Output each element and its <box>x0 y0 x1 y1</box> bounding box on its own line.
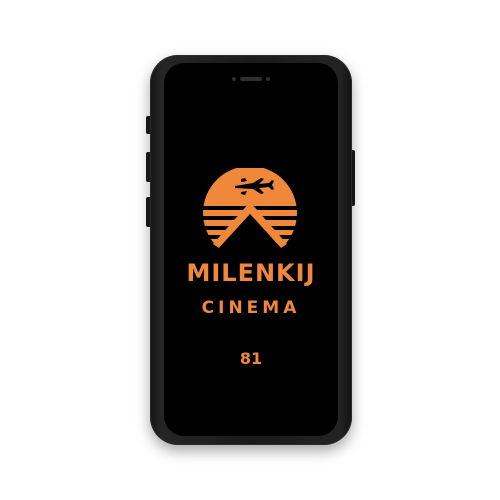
brand-subtitle: CINEMA <box>201 298 301 318</box>
sunset-airplane-mountain-logo-icon <box>203 168 297 248</box>
loading-counter: 81 <box>239 349 263 368</box>
stage: MILENKIJ CINEMA 81 <box>0 0 500 500</box>
camera-dot <box>266 76 270 81</box>
speaker-slot <box>240 76 262 81</box>
sensor-dot <box>232 76 236 81</box>
earpiece-speaker <box>232 76 270 81</box>
brand-name: MILENKIJ <box>186 259 316 287</box>
